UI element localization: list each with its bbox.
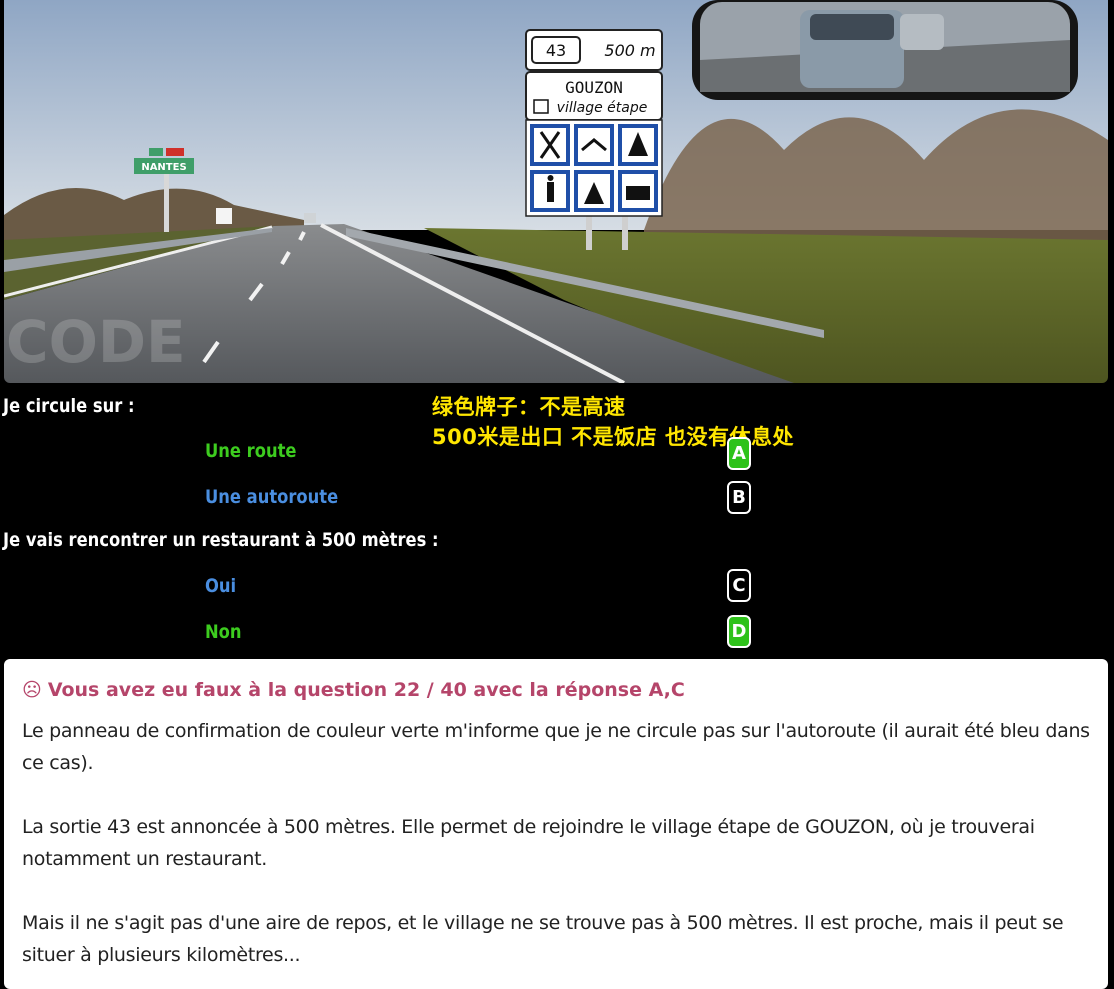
feedback-title: ☹ Vous avez eu faux à la question 22 / 40… bbox=[22, 679, 1090, 701]
annotation-line-1: 绿色牌子：不是高速 bbox=[432, 395, 626, 419]
feedback-title-text: Vous avez eu faux à la question 22 / 40 … bbox=[47, 679, 685, 701]
exit-distance: 500 m bbox=[604, 41, 655, 60]
feedback-paragraph-1: Le panneau de confirmation de couleur ve… bbox=[22, 720, 1090, 774]
answer-c-label[interactable]: Oui bbox=[205, 575, 236, 597]
town-name: GOUZON bbox=[565, 78, 623, 97]
feedback-paragraph-2: La sortie 43 est annoncée à 500 mètres. … bbox=[22, 816, 1035, 870]
answer-a-button[interactable]: A bbox=[727, 437, 751, 470]
rear-view-mirror bbox=[692, 0, 1078, 100]
feedback-panel: ☹ Vous avez eu faux à la question 22 / 40… bbox=[4, 659, 1108, 989]
question-image: NANTES 43 500 m GOUZON village étape COD… bbox=[4, 0, 1108, 383]
green-sign-text: NANTES bbox=[141, 162, 186, 173]
watermark: CODE bbox=[6, 308, 186, 376]
answer-c-button[interactable]: C bbox=[727, 569, 751, 602]
answer-b-button[interactable]: B bbox=[727, 481, 751, 514]
service-icons bbox=[525, 119, 663, 217]
question-1-text: Je circule sur : bbox=[3, 395, 135, 417]
feedback-paragraph-3: Mais il ne s'agit pas d'une aire de repo… bbox=[22, 912, 1064, 966]
answer-d-button[interactable]: D bbox=[727, 615, 751, 648]
answer-b-label[interactable]: Une autoroute bbox=[205, 486, 338, 508]
answer-a-label[interactable]: Une route bbox=[205, 440, 296, 462]
answer-d-label[interactable]: Non bbox=[205, 621, 242, 643]
exit-number: 43 bbox=[546, 41, 566, 60]
question-2-text: Je vais rencontrer un restaurant à 500 m… bbox=[3, 529, 439, 551]
sad-face-icon: ☹ bbox=[22, 679, 42, 701]
town-subtitle: village étape bbox=[557, 100, 648, 116]
